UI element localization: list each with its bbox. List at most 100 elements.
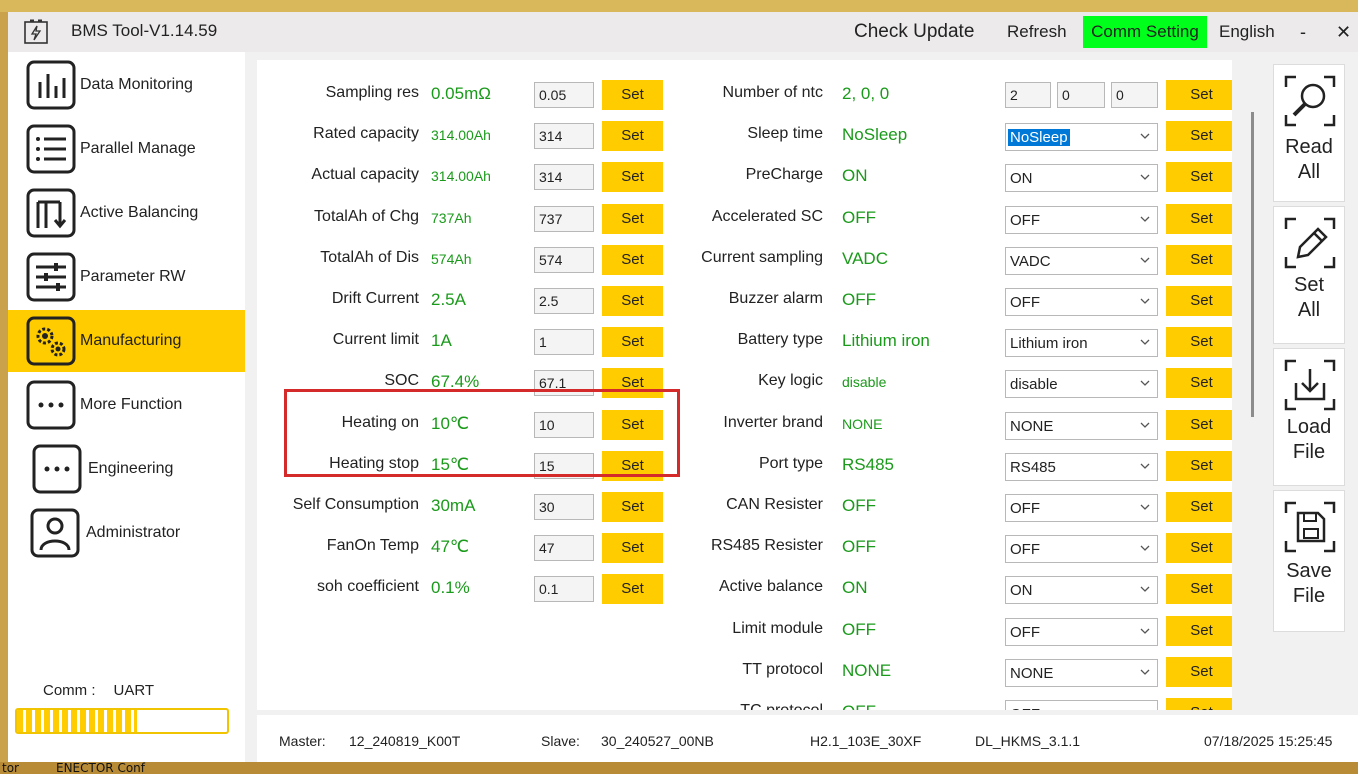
set-button[interactable]: Set <box>1166 121 1232 151</box>
param-select[interactable]: OFF <box>1005 288 1158 316</box>
param-label: SOC <box>384 372 419 389</box>
param-label: Drift Current <box>331 290 419 307</box>
set-button[interactable]: Set <box>602 80 663 110</box>
sidebar-item-more-function[interactable]: More Function <box>8 374 245 436</box>
sidebar-item-manufacturing[interactable]: Manufacturing <box>8 310 245 372</box>
param-label: Current limit <box>332 331 419 348</box>
language-button[interactable]: English <box>1213 16 1281 48</box>
param-select[interactable]: VADC <box>1005 247 1158 275</box>
param-select[interactable]: RS485 <box>1005 453 1158 481</box>
set-button[interactable]: Set <box>1166 80 1232 110</box>
param-input[interactable]: 15 <box>534 453 594 479</box>
param-label: Sleep time <box>747 125 823 142</box>
set-button[interactable]: Set <box>1166 451 1232 481</box>
panel-scrollbar[interactable] <box>1251 112 1254 417</box>
balance-icon <box>26 188 76 238</box>
param-select[interactable]: OFF <box>1005 700 1158 710</box>
ntc-input[interactable]: 0 <box>1057 82 1105 108</box>
param-input[interactable]: 1 <box>534 329 594 355</box>
param-label: Port type <box>758 455 823 472</box>
param-select[interactable]: NoSleep <box>1005 123 1158 151</box>
refresh-button[interactable]: Refresh <box>1001 16 1073 48</box>
sidebar-item-administrator[interactable]: Administrator <box>8 502 245 564</box>
action-label: All <box>1297 299 1321 321</box>
param-row: Current sampling VADC VADC Set <box>677 243 1232 275</box>
param-input[interactable]: 737 <box>534 206 594 232</box>
param-row: Accelerated SC OFF OFF Set <box>677 202 1232 234</box>
set-button[interactable]: Set <box>1166 368 1232 398</box>
param-input[interactable]: 30 <box>534 494 594 520</box>
set-button[interactable]: Set <box>602 121 663 151</box>
set-button[interactable]: Set <box>602 410 663 440</box>
set-button[interactable]: Set <box>602 245 663 275</box>
param-input[interactable]: 10 <box>534 412 594 438</box>
comm-setting-button[interactable]: Comm Setting <box>1083 16 1207 48</box>
set-button[interactable]: Set <box>1166 204 1232 234</box>
param-select[interactable]: OFF <box>1005 618 1158 646</box>
param-select[interactable]: OFF <box>1005 494 1158 522</box>
param-select[interactable]: ON <box>1005 164 1158 192</box>
param-value: 30mA <box>431 496 476 515</box>
param-input[interactable]: 0.1 <box>534 576 594 602</box>
sidebar-item-parallel-manage[interactable]: Parallel Manage <box>8 118 245 180</box>
load-file-button[interactable]: Load File <box>1273 348 1345 486</box>
set-button[interactable]: Set <box>1166 657 1232 687</box>
set-button[interactable]: Set <box>602 451 663 481</box>
param-select[interactable]: ON <box>1005 576 1158 604</box>
param-input[interactable]: 314 <box>534 164 594 190</box>
set-button[interactable]: Set <box>602 533 663 563</box>
set-button[interactable]: Set <box>1166 574 1232 604</box>
set-all-button[interactable]: Set All <box>1273 206 1345 344</box>
set-button[interactable]: Set <box>602 368 663 398</box>
param-input[interactable]: 314 <box>534 123 594 149</box>
param-select[interactable]: OFF <box>1005 535 1158 563</box>
sidebar-item-parameter-rw[interactable]: Parameter RW <box>8 246 245 308</box>
param-select[interactable]: OFF <box>1005 206 1158 234</box>
param-input[interactable]: 574 <box>534 247 594 273</box>
param-input[interactable]: 2.5 <box>534 288 594 314</box>
sidebar-item-data-monitoring[interactable]: Data Monitoring <box>8 54 245 116</box>
close-button[interactable]: ✕ <box>1330 16 1357 48</box>
param-input[interactable]: 0.05 <box>534 82 594 108</box>
param-row: soh coefficient 0.1% 0.1 Set <box>257 572 677 604</box>
sidebar-item-active-balancing[interactable]: Active Balancing <box>8 182 245 244</box>
set-button[interactable]: Set <box>602 492 663 522</box>
action-label: Set <box>1293 274 1325 296</box>
param-label: Heating on <box>341 414 419 431</box>
set-button[interactable]: Set <box>602 204 663 234</box>
save-file-button[interactable]: Save File <box>1273 490 1345 632</box>
read-all-button[interactable]: Read All <box>1273 64 1345 202</box>
param-input[interactable]: 47 <box>534 535 594 561</box>
param-input[interactable]: 67.1 <box>534 370 594 396</box>
set-button[interactable]: Set <box>1166 410 1232 440</box>
sidebar-item-label: Active Balancing <box>80 204 199 221</box>
set-button[interactable]: Set <box>602 162 663 192</box>
set-button[interactable]: Set <box>1166 162 1232 192</box>
set-button[interactable]: Set <box>602 574 663 604</box>
minimize-button[interactable]: - <box>1294 16 1312 48</box>
ntc-input[interactable]: 0 <box>1111 82 1158 108</box>
set-button[interactable]: Set <box>1166 616 1232 646</box>
param-select[interactable]: NONE <box>1005 659 1158 687</box>
param-label: Buzzer alarm <box>728 290 823 307</box>
param-row: Current limit 1A 1 Set <box>257 325 677 357</box>
set-button[interactable]: Set <box>1166 245 1232 275</box>
set-button[interactable]: Set <box>1166 327 1232 357</box>
set-button[interactable]: Set <box>602 286 663 316</box>
param-label: Inverter brand <box>723 414 823 431</box>
param-row: Limit module OFF OFF Set <box>677 614 1232 646</box>
set-button[interactable]: Set <box>1166 533 1232 563</box>
set-button[interactable]: Set <box>1166 492 1232 522</box>
param-select[interactable]: Lithium iron <box>1005 329 1158 357</box>
gears-icon <box>26 316 76 366</box>
param-select[interactable]: NONE <box>1005 412 1158 440</box>
param-select[interactable]: disable <box>1005 370 1158 398</box>
set-button[interactable]: Set <box>602 327 663 357</box>
set-button[interactable]: Set <box>1166 698 1232 710</box>
ntc-input[interactable]: 2 <box>1005 82 1051 108</box>
set-button[interactable]: Set <box>1166 286 1232 316</box>
param-label: Heating stop <box>329 455 419 472</box>
sidebar-item-engineering[interactable]: Engineering <box>8 438 245 500</box>
param-row: TC protocol OFF OFF Set <box>677 696 1232 710</box>
check-update-button[interactable]: Check Update <box>848 16 980 48</box>
